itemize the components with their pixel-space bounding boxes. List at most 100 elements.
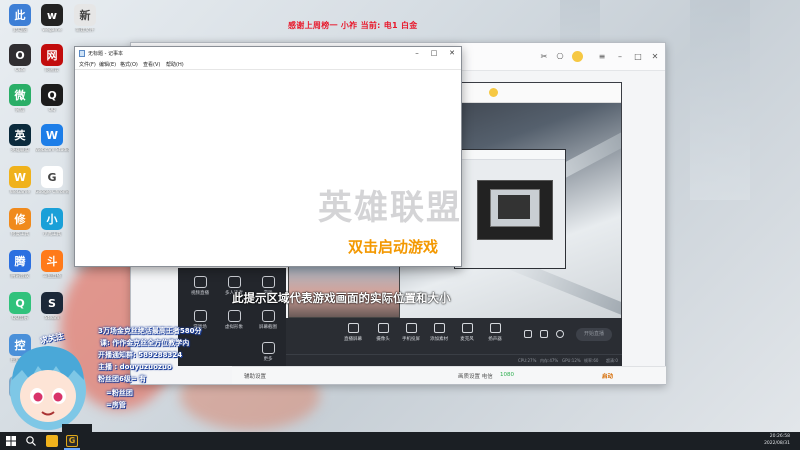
performance-stat: CPU:27% — [518, 358, 537, 363]
stream-function-label: 视频直播 — [191, 291, 209, 296]
notepad-menu-view[interactable]: 查看(V) — [143, 61, 160, 68]
notepad-titlebar: 无标题 - 记事本 – □ ✕ — [75, 47, 461, 60]
desktop-icon-label: wegame — [42, 28, 62, 33]
anime-avatar — [10, 346, 92, 432]
desktop-icon-label: WeGame — [9, 190, 31, 195]
nested-window — [454, 149, 566, 269]
desktop-icon[interactable]: W WeGame — [3, 166, 37, 195]
desktop-icon[interactable]: 微微信 — [3, 84, 37, 113]
performance-stat: GPU:12% — [562, 358, 581, 363]
notepad-menu-edit[interactable]: 编辑(E) — [99, 61, 116, 68]
stream-function-item[interactable]: 更多 — [252, 342, 284, 362]
pause-icon[interactable] — [540, 330, 548, 338]
settings-icon[interactable] — [524, 330, 532, 338]
qqmusic-icon: Q — [9, 292, 31, 314]
close-icon[interactable]: ✕ — [650, 52, 660, 62]
toolbar-button[interactable]: 麦克风 — [452, 323, 482, 342]
double-click-launch-hint[interactable]: 双击启动游戏 — [348, 236, 438, 257]
desktop-icon[interactable]: 小小丸工具 — [35, 208, 69, 237]
maximize-icon[interactable]: □ — [633, 52, 643, 62]
notepad-title: 无标题 - 记事本 — [88, 51, 123, 57]
stream-function-label: 虚拟形象 — [225, 325, 243, 330]
function-icon — [193, 276, 207, 288]
desktop-icon-label: 修复工具 — [11, 232, 29, 237]
desktop-icon-label: 新建文件 — [76, 28, 94, 33]
toolbar-button[interactable]: 手机投屏 — [396, 323, 426, 342]
converter-icon: 小 — [41, 208, 63, 230]
desktop-icon-label: 网易云 — [45, 68, 59, 73]
desktop-icon[interactable]: 腾腾讯会议 — [3, 250, 37, 279]
desktop-icon[interactable]: S Steam — [35, 292, 69, 321]
netease-icon: 网 — [41, 44, 63, 66]
notepad-window[interactable]: 无标题 - 记事本 – □ ✕ 文件(F) 编辑(E) 格式(O) 查看(V) … — [74, 46, 462, 267]
bottom-strip-item: 1080 — [500, 372, 514, 378]
computer-icon: 此 — [9, 4, 31, 26]
wegame-taskbar-icon[interactable]: G — [66, 435, 78, 447]
desktop-icon[interactable]: W Webcam Studio — [35, 124, 69, 153]
stream-function-item[interactable]: 屏幕截图 — [252, 310, 284, 330]
desktop-icon[interactable]: Q QQ音乐 — [3, 292, 37, 321]
toolbar-button[interactable]: 直播屏幕 — [338, 323, 368, 342]
nested-preview — [477, 180, 553, 240]
lol-icon: 英 — [9, 124, 31, 146]
obs-icon: O — [9, 44, 31, 66]
stream-toolbar: 直播屏幕 摄像头 手机投屏 添加素材 麦克风 扬声器 — [286, 318, 622, 354]
desktop-icon[interactable]: Q QQ — [35, 84, 69, 113]
notepad-maximize-button[interactable]: □ — [428, 49, 440, 58]
stream-info-line: 开播通知群: 589288324 — [98, 351, 183, 359]
bottom-strip-item[interactable]: 启动 — [602, 372, 613, 380]
toolbar-icon — [377, 323, 389, 333]
share-icon[interactable]: ⎔ — [555, 52, 565, 62]
notepad-menu-format[interactable]: 格式(O) — [120, 61, 138, 68]
performance-stat: 内存:47% — [540, 358, 559, 363]
toolbar-icon — [461, 323, 473, 333]
desktop-icon[interactable]: 斗斗鱼直播 — [35, 250, 69, 279]
bottom-strip-item[interactable]: 辅助设置 — [244, 372, 266, 380]
function-icon — [261, 310, 275, 322]
desktop-icon[interactable]: O OBS — [3, 44, 37, 73]
toolbar-button[interactable]: 摄像头 — [368, 323, 398, 342]
skin-icon[interactable]: ✂ — [539, 52, 549, 62]
search-icon[interactable] — [25, 435, 37, 447]
notepad-menu-file[interactable]: 文件(F) — [79, 61, 96, 68]
start-live-button[interactable]: 开始直播 — [576, 328, 612, 341]
toolbar-label: 扬声器 — [488, 337, 502, 342]
desktop-icon[interactable]: w wegame — [35, 4, 69, 33]
desktop-icon[interactable]: 英英雄联盟 — [3, 124, 37, 153]
system-clock[interactable]: 20:26:58 2022/08/31 — [764, 434, 790, 447]
minimize-icon[interactable]: – — [615, 52, 625, 62]
toolbar-icon — [405, 323, 417, 333]
notepad-close-button[interactable]: ✕ — [446, 49, 458, 58]
toolbar-button[interactable]: 添加素材 — [424, 323, 454, 342]
desktop-icon-label: 斗鱼直播 — [43, 274, 61, 279]
desktop-icon[interactable]: 网网易云 — [35, 44, 69, 73]
desktop-icon-label: 腾讯会议 — [11, 274, 29, 279]
steam-icon: S — [41, 292, 63, 314]
menu-icon[interactable]: ≡ — [597, 52, 607, 62]
desktop-icon-label: 此电脑 — [13, 28, 27, 33]
stream-function-item[interactable]: 虚拟形象 — [218, 310, 250, 330]
toolbar-button[interactable]: 扬声器 — [480, 323, 510, 342]
desktop-icon-label: 微信 — [15, 108, 25, 113]
desktop-icon[interactable]: G Google Chrome — [35, 166, 69, 195]
desktop-icon[interactable]: 新新建文件 — [68, 4, 102, 33]
gear-icon[interactable] — [556, 330, 564, 338]
notepad-minimize-button[interactable]: – — [411, 49, 423, 58]
taskbar: G 20:26:58 2022/08/31 — [0, 432, 800, 450]
game-watermark: 英雄联盟 — [318, 188, 462, 228]
notepad-menu-help[interactable]: 帮助(H) — [166, 61, 184, 68]
windows-start-icon[interactable] — [5, 435, 17, 447]
desktop-icon[interactable]: 修修复工具 — [3, 208, 37, 237]
stream-banner: 感谢上周榜一 小祚 当前: 电1 白金 — [288, 21, 418, 30]
desktop-icon[interactable]: 此此电脑 — [3, 4, 37, 33]
webcam-icon: W — [41, 124, 63, 146]
toolbar-label: 手机投屏 — [402, 337, 420, 342]
desktop-icon-label: 小丸工具 — [43, 232, 61, 237]
performance-stat: 超清:0 — [606, 358, 618, 363]
background-building — [690, 0, 750, 200]
stream-function-item[interactable]: 视频直播 — [184, 276, 216, 296]
stream-info-line: 课: 作作金克丝全方位教学内 — [100, 339, 190, 347]
user-avatar-icon[interactable] — [572, 51, 583, 62]
wegame-owl-icon: W — [9, 166, 31, 188]
file-explorer-icon[interactable] — [46, 435, 58, 447]
